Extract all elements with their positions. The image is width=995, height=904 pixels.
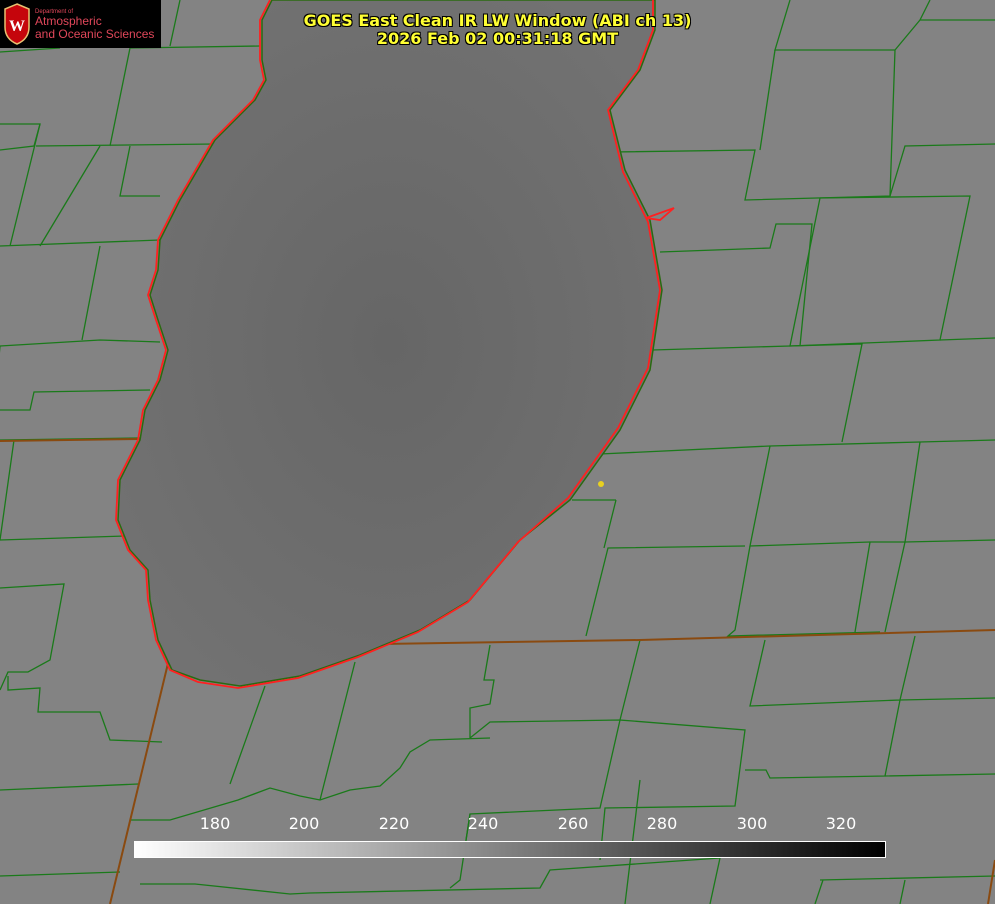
- colorbar-tick-label: 320: [825, 814, 857, 833]
- satellite-viewer: W Department of Atmospheric and Oceanic …: [0, 0, 995, 904]
- location-dot-icon: [598, 481, 604, 487]
- colorbar-tick-label: 180: [199, 814, 231, 833]
- colorbar-tick-label: 300: [736, 814, 768, 833]
- temperature-colorbar: [134, 841, 886, 858]
- satellite-map: [0, 0, 995, 904]
- image-timestamp: 2026 Feb 02 00:31:18 GMT: [376, 29, 619, 48]
- colorbar-tick-label: 200: [288, 814, 320, 833]
- colorbar-tick-label: 220: [378, 814, 410, 833]
- colorbar-tick-label: 280: [646, 814, 678, 833]
- colorbar-tick-label: 260: [557, 814, 589, 833]
- image-title: GOES East Clean IR LW Window (ABI ch 13): [303, 11, 692, 30]
- colorbar-tick-label: 240: [467, 814, 499, 833]
